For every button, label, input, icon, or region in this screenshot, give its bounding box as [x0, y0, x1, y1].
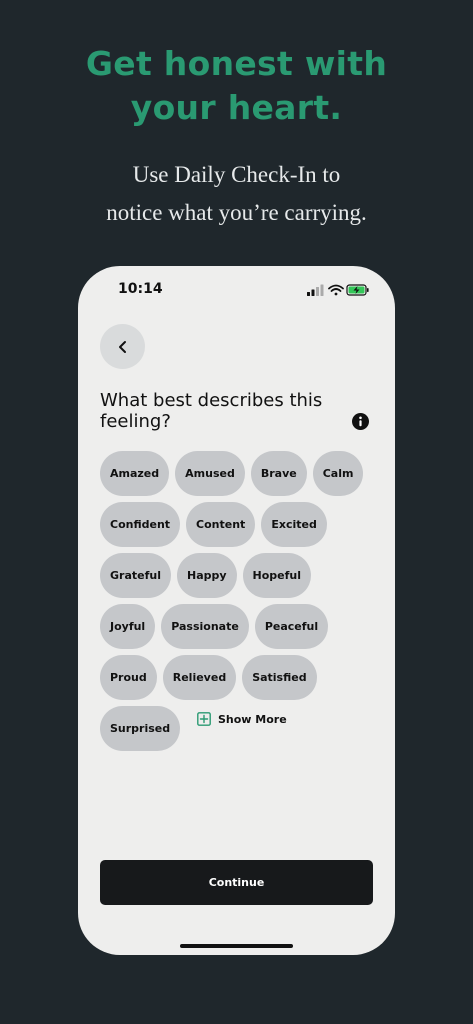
plus-box-icon: [197, 712, 211, 726]
feeling-chip-peaceful[interactable]: Peaceful: [254, 604, 329, 649]
feeling-chip-brave[interactable]: Brave: [250, 451, 307, 496]
continue-button[interactable]: Continue: [100, 860, 373, 905]
feeling-chip-confident[interactable]: Confident: [100, 502, 181, 547]
info-icon[interactable]: [352, 413, 369, 430]
status-icons-svg: [307, 284, 369, 296]
headline-line-1: Get honest with: [85, 44, 388, 83]
question-title: What best describes this feeling?: [100, 390, 323, 432]
feeling-chip-proud[interactable]: Proud: [100, 655, 157, 700]
feeling-chip-amused[interactable]: Amused: [175, 451, 245, 496]
status-icons: [307, 282, 369, 296]
feeling-chip-satisfied[interactable]: Satisfied: [242, 655, 317, 700]
cellular-signal-icon: [307, 284, 324, 296]
feeling-chip-surprised[interactable]: Surprised: [100, 706, 181, 751]
feeling-chip-passionate[interactable]: Passionate: [161, 604, 249, 649]
phone-mockup: 10:14 What best describes this feeling? …: [78, 266, 395, 955]
subhead-line-2: notice what you’re carrying.: [106, 200, 367, 225]
feeling-chip-calm[interactable]: Calm: [312, 451, 364, 496]
back-button[interactable]: [100, 324, 145, 369]
feeling-chip-hopeful[interactable]: Hopeful: [242, 553, 312, 598]
feeling-chip-amazed[interactable]: Amazed: [100, 451, 170, 496]
home-indicator: [180, 944, 293, 948]
headline: Get honest with your heart.: [0, 42, 473, 130]
feeling-chips: Amazed Amused Brave Calm Confident Content Exc…: [100, 451, 370, 751]
feeling-chip-grateful[interactable]: Grateful: [100, 553, 171, 598]
show-more-label: Show More: [218, 712, 287, 726]
headline-line-2: your heart.: [130, 88, 343, 127]
status-time: 10:14: [118, 281, 163, 297]
wifi-icon: [328, 284, 344, 296]
battery-charging-icon: [346, 284, 369, 296]
feeling-chip-relieved[interactable]: Relieved: [162, 655, 237, 700]
feeling-chip-excited[interactable]: Excited: [261, 502, 327, 547]
show-more-button[interactable]: Show More: [197, 712, 287, 726]
chevron-left-icon: [118, 340, 126, 353]
feeling-chip-joyful[interactable]: Joyful: [100, 604, 156, 649]
feeling-chip-happy[interactable]: Happy: [176, 553, 237, 598]
subhead: Use Daily Check-In to notice what you’re…: [0, 156, 473, 232]
feeling-chip-content[interactable]: Content: [186, 502, 256, 547]
subhead-line-1: Use Daily Check-In to: [132, 162, 341, 187]
